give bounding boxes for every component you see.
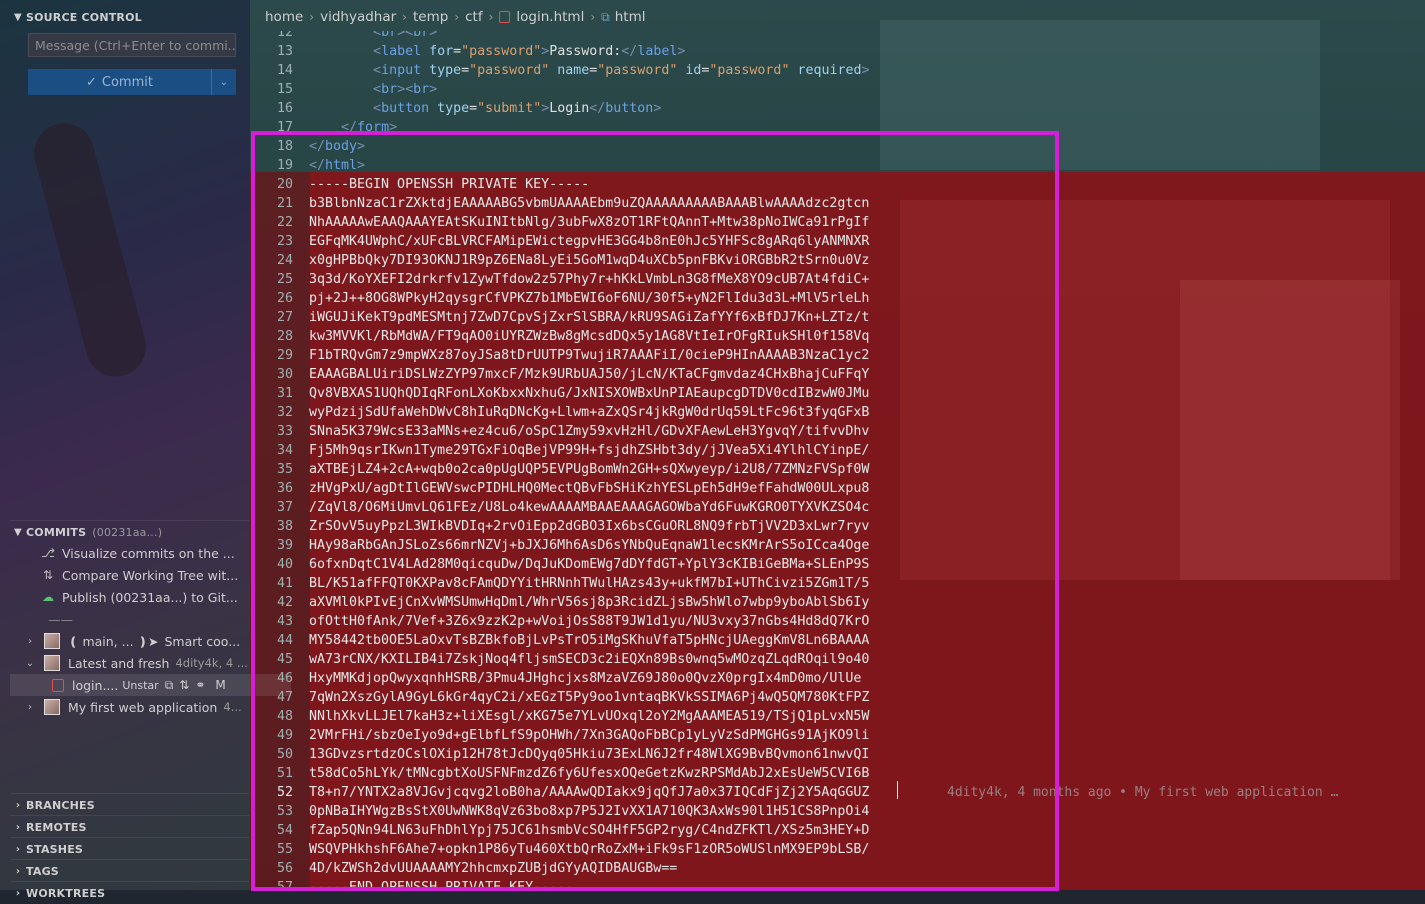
commit-label: Commit <box>101 74 153 90</box>
chevron-right-icon: › <box>454 10 460 24</box>
avatar <box>44 699 60 715</box>
chevron-right-icon: › <box>15 865 21 877</box>
check-icon: ✓ <box>86 74 97 90</box>
chevron-right-icon: › <box>15 843 21 855</box>
commit-message: Smart coo... <box>164 633 241 649</box>
section-title: STASHES <box>26 842 84 856</box>
commit-message-input[interactable]: Message (Ctrl+Enter to commi... <box>28 33 236 57</box>
worktrees-header[interactable]: › WORKTREES <box>10 882 249 904</box>
breadcrumb-item[interactable]: ctf <box>465 9 482 25</box>
file-status: M <box>215 678 226 692</box>
breadcrumb-item[interactable]: html <box>615 9 646 25</box>
commit-meta: 4dity4k, 4 ... <box>175 656 248 670</box>
line-number: 12 <box>276 31 293 40</box>
branches-header[interactable]: › BRANCHES <box>10 794 249 816</box>
breadcrumb: home › vidhyadhar › temp › ctf › login.h… <box>265 8 646 26</box>
code-line[interactable]: 15 <br><br> <box>250 80 1425 99</box>
commit-meta: 4... <box>223 700 242 714</box>
chevron-down-icon: ⌄ <box>25 657 35 669</box>
source-control-title: SOURCE CONTROL <box>26 10 142 24</box>
chevron-right-icon: › <box>15 821 21 833</box>
chevron-down-icon: ▼ <box>14 11 22 23</box>
code-line[interactable]: 13 <label for="password">Password:</labe… <box>250 42 1425 61</box>
publish-action[interactable]: ☁ Publish (00231aa...) to Git... <box>10 586 279 608</box>
breadcrumb-item[interactable]: temp <box>413 9 448 25</box>
commit-message: My first web application <box>68 699 218 715</box>
separator: —— <box>10 608 287 630</box>
line-text: <label for="password">Password:</label> <box>373 44 686 59</box>
visualize-commits-action[interactable]: ⎇ Visualize commits on the ... <box>10 542 279 564</box>
highlight-box <box>251 131 1059 891</box>
compare-working-tree-action[interactable]: ⇅ Compare Working Tree wit... <box>10 564 279 586</box>
line-number: 16 <box>276 101 293 116</box>
chevron-right-icon: › <box>15 887 21 899</box>
chevron-right-icon: › <box>309 10 315 24</box>
section-title: WORKTREES <box>26 886 106 900</box>
breadcrumb-item[interactable]: home <box>265 9 303 25</box>
commit-row[interactable]: › My first web application 4... <box>10 696 261 718</box>
commit-main[interactable]: ✓ Commit <box>28 69 212 95</box>
cloud-upload-icon: ☁ <box>42 590 54 604</box>
file-name: login.... <box>72 677 119 693</box>
compare-icon[interactable]: ⇅ <box>179 678 189 692</box>
code-line[interactable]: 16 <button type="submit">Login</button> <box>250 99 1425 118</box>
code-line[interactable]: 14 <input type="password" name="password… <box>250 61 1425 80</box>
avatar <box>44 655 60 671</box>
action-label: Publish (00231aa...) to Git... <box>62 589 238 605</box>
html-file-icon <box>499 11 511 23</box>
commit-branch: ❪ main, ... ❫➤ <box>68 633 159 649</box>
chevron-right-icon: › <box>28 635 32 647</box>
stashes-header[interactable]: › STASHES <box>10 838 249 860</box>
code-line[interactable]: 12 <br><br> <box>250 31 1425 42</box>
symbol-tag-icon: ⧉ <box>601 9 610 24</box>
chevron-right-icon: › <box>488 10 494 24</box>
chevron-right-icon: › <box>402 10 407 24</box>
chevron-right-icon: › <box>15 799 21 811</box>
commit-dropdown-button[interactable]: ⌄ <box>212 69 236 95</box>
avatar <box>44 633 60 649</box>
commit-row[interactable]: › ❪ main, ... ❫➤ Smart coo... <box>10 630 261 652</box>
section-title: BRANCHES <box>26 798 95 812</box>
action-label: Visualize commits on the ... <box>62 545 235 561</box>
graph-icon: ⎇ <box>41 546 55 560</box>
commits-header[interactable]: ▼ COMMITS (00231aa...) <box>10 521 249 543</box>
chevron-right-icon: › <box>590 10 596 24</box>
commits-hash: (00231aa...) <box>92 525 163 539</box>
commit-message-placeholder: Message (Ctrl+Enter to commi... <box>35 38 236 53</box>
separator-text: —— <box>48 611 73 627</box>
commits-title: COMMITS <box>26 525 87 539</box>
breadcrumb-item[interactable]: vidhyadhar <box>320 9 396 25</box>
line-number: 14 <box>276 63 293 78</box>
section-title: TAGS <box>26 864 59 878</box>
chevron-right-icon: › <box>28 701 32 713</box>
line-number: 15 <box>276 82 293 97</box>
source-control-sidebar: ▼ SOURCE CONTROL Message (Ctrl+Enter to … <box>10 0 291 900</box>
globe-icon[interactable]: ⚭ <box>195 678 205 692</box>
open-file-icon[interactable]: ⧉ <box>165 678 174 693</box>
tags-header[interactable]: › TAGS <box>10 860 249 882</box>
remotes-header[interactable]: › REMOTES <box>10 816 249 838</box>
chevron-down-icon: ▼ <box>14 526 22 538</box>
commit-row[interactable]: ⌄ Latest and fresh 4dity4k, 4 ... <box>10 652 261 674</box>
line-text: <button type="submit">Login</button> <box>373 101 662 116</box>
breadcrumb-item[interactable]: login.html <box>516 9 584 25</box>
compare-icon: ⇅ <box>42 568 54 582</box>
commit-message: Latest and fresh <box>68 655 170 671</box>
changed-file-row[interactable]: login.... Unstar ⧉ ⇅ ⚭ M <box>10 674 291 696</box>
file-state: Unstar <box>122 678 159 692</box>
line-text: <input type="password" name="password" i… <box>373 63 870 78</box>
html-file-icon <box>52 678 64 692</box>
line-text: <br><br> <box>373 31 438 40</box>
line-text: <br><br> <box>373 82 438 97</box>
commit-button[interactable]: ✓ Commit ⌄ <box>28 69 236 95</box>
line-number: 13 <box>276 44 293 59</box>
action-label: Compare Working Tree wit... <box>62 567 239 583</box>
chevron-down-icon: ⌄ <box>219 76 229 88</box>
source-control-header[interactable]: ▼ SOURCE CONTROL <box>10 6 249 28</box>
section-title: REMOTES <box>26 820 87 834</box>
